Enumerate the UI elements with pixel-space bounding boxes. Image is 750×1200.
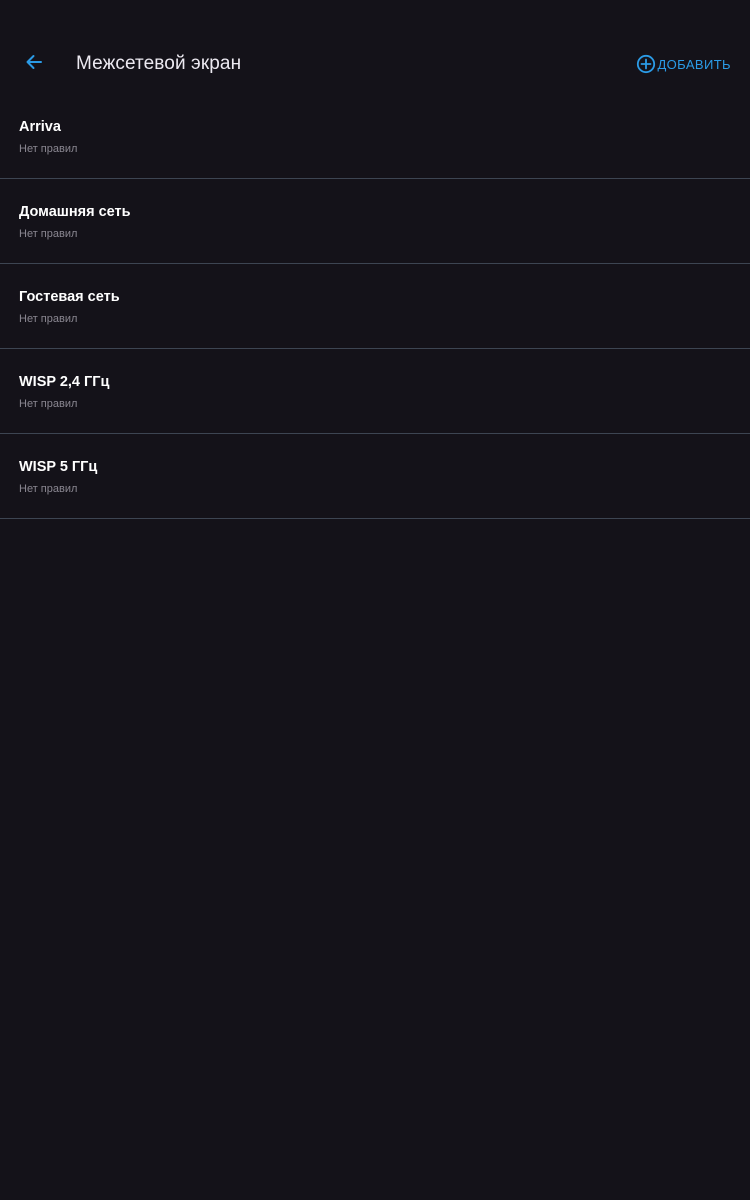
network-rules-status: Нет правил (19, 313, 78, 325)
network-name: WISP 5 ГГц (19, 459, 98, 475)
back-button[interactable] (18, 48, 50, 80)
add-button[interactable]: ДОБАВИТЬ (636, 52, 731, 76)
firewall-screen: Межсетевой экран ДОБАВИТЬ Arriva Нет пра… (0, 0, 750, 1200)
network-name: Домашняя сеть (19, 204, 131, 220)
list-item-guest-network[interactable]: Гостевая сеть Нет правил (0, 264, 750, 349)
arrow-left-icon (24, 52, 44, 77)
network-rules-status: Нет правил (19, 143, 78, 155)
app-bar: Межсетевой экран ДОБАВИТЬ (0, 34, 750, 94)
list-item-arriva[interactable]: Arriva Нет правил (0, 94, 750, 179)
add-button-label: ДОБАВИТЬ (657, 56, 731, 72)
page-title: Межсетевой экран (76, 53, 242, 74)
plus-circle-icon (636, 54, 656, 74)
network-rules-status: Нет правил (19, 483, 78, 495)
network-name: WISP 2,4 ГГц (19, 374, 110, 390)
network-rules-status: Нет правил (19, 398, 78, 410)
network-name: Arriva (19, 119, 61, 135)
list-item-wisp-24[interactable]: WISP 2,4 ГГц Нет правил (0, 349, 750, 434)
list-item-home-network[interactable]: Домашняя сеть Нет правил (0, 179, 750, 264)
network-rules-status: Нет правил (19, 228, 78, 240)
network-list: Arriva Нет правил Домашняя сеть Нет прав… (0, 94, 750, 519)
network-name: Гостевая сеть (19, 289, 120, 305)
list-item-wisp-5[interactable]: WISP 5 ГГц Нет правил (0, 434, 750, 519)
